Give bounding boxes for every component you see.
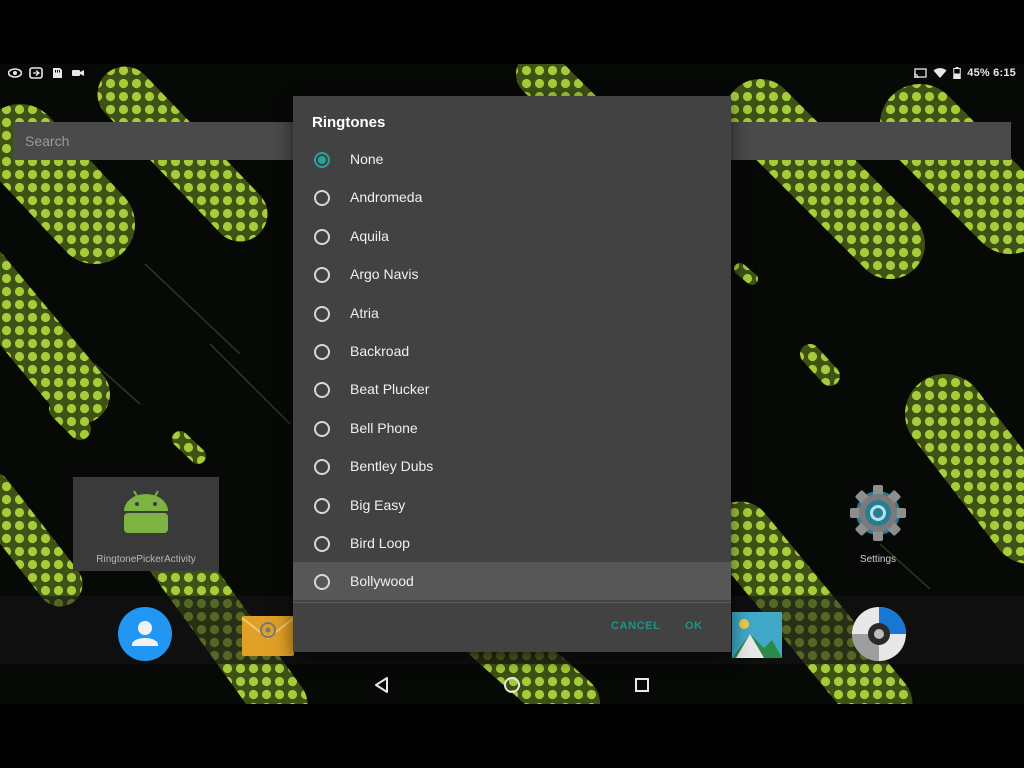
ringtone-option[interactable]: Aquila (293, 217, 731, 255)
ringtone-option-label: Andromeda (350, 189, 423, 206)
recents-icon[interactable] (631, 674, 653, 696)
sd-card-icon (50, 67, 64, 79)
ringtone-option-label: Aquila (350, 227, 389, 244)
gallery-icon[interactable] (730, 606, 786, 662)
status-bar: 45% 6:15 (0, 64, 1024, 84)
app-tile-label: RingtonePickerActivity (96, 554, 196, 565)
ringtone-option-label: Argo Navis (350, 266, 419, 283)
search-placeholder: Search (25, 133, 70, 149)
back-icon[interactable] (371, 674, 393, 696)
radio-button[interactable] (314, 574, 330, 591)
radio-button[interactable] (314, 382, 330, 399)
radio-button[interactable] (314, 344, 330, 360)
radio-button-checked[interactable] (314, 152, 330, 168)
ringtone-option-label: Bell Phone (350, 419, 418, 436)
ringtone-option[interactable]: Beat Plucker (293, 370, 731, 408)
dialog-divider (293, 602, 731, 603)
ringtone-option[interactable]: Argo Navis (293, 255, 731, 293)
ringtone-list[interactable]: None Andromeda Aquila Argo Navis Atria Backro… (293, 140, 731, 602)
video-camera-icon (71, 67, 85, 79)
settings-label: Settings (859, 554, 897, 565)
ringtone-option-label: Beat Plucker (350, 381, 430, 398)
cast-app-icon (29, 67, 43, 79)
device-screen: 45% 6:15 Search RingtonePickerActivity S… (0, 64, 1024, 704)
battery-time-text: 45% 6:15 (967, 67, 1016, 79)
camera-icon[interactable] (851, 606, 907, 662)
radio-button[interactable] (314, 420, 330, 437)
radio-button[interactable] (314, 267, 330, 284)
ringtone-option-label: Bird Loop (350, 535, 410, 551)
contacts-icon[interactable] (117, 606, 173, 662)
cancel-button[interactable]: CANCEL (611, 620, 660, 632)
home-icon[interactable] (501, 674, 523, 696)
radio-button[interactable] (314, 228, 330, 245)
ringtone-option-label: None (350, 151, 384, 167)
ringtone-option-label: Atria (350, 304, 379, 321)
gear-icon (850, 485, 906, 541)
email-icon[interactable] (240, 606, 296, 662)
radio-button[interactable] (314, 497, 330, 514)
ringtone-option-label: Big Easy (350, 496, 406, 513)
radio-button[interactable] (314, 459, 330, 476)
radio-button[interactable] (314, 190, 330, 207)
status-right-icons: 45% 6:15 (913, 67, 1016, 79)
ringtone-option[interactable]: Bell Phone (293, 409, 731, 447)
dialog-title: Ringtones (312, 114, 386, 131)
radio-button[interactable] (314, 305, 330, 322)
ringtone-option[interactable]: None (293, 140, 731, 178)
ringtones-dialog: Ringtones None Andromeda Aquila Argo Navis A… (293, 96, 731, 652)
ringtone-option-label: Bentley Dubs (350, 458, 434, 475)
ringtone-option[interactable]: Andromeda (293, 178, 731, 216)
cast-icon (913, 67, 927, 79)
ringtone-option[interactable]: Backroad (293, 332, 731, 370)
wifi-icon (933, 67, 947, 79)
eye-icon (8, 67, 22, 79)
ringtone-option[interactable]: Big Easy (293, 486, 731, 524)
ok-button[interactable]: OK (685, 620, 703, 632)
ringtone-option-label: Backroad (350, 343, 410, 359)
ringtone-option[interactable]: Bollywood (293, 562, 731, 601)
ringtone-picker-app-tile[interactable]: RingtonePickerActivity (73, 477, 219, 571)
android-icon (124, 490, 168, 533)
ringtone-option[interactable]: Bentley Dubs (293, 447, 731, 485)
ringtone-option[interactable]: Atria (293, 294, 731, 332)
ringtone-option[interactable]: Bird Loop (293, 524, 731, 562)
radio-button[interactable] (314, 536, 330, 552)
navigation-bar (0, 664, 1024, 704)
battery-icon (953, 67, 962, 79)
settings-app[interactable]: Settings (846, 484, 910, 568)
status-left-icons (8, 67, 85, 79)
ringtone-option-label: Bollywood (350, 573, 414, 590)
